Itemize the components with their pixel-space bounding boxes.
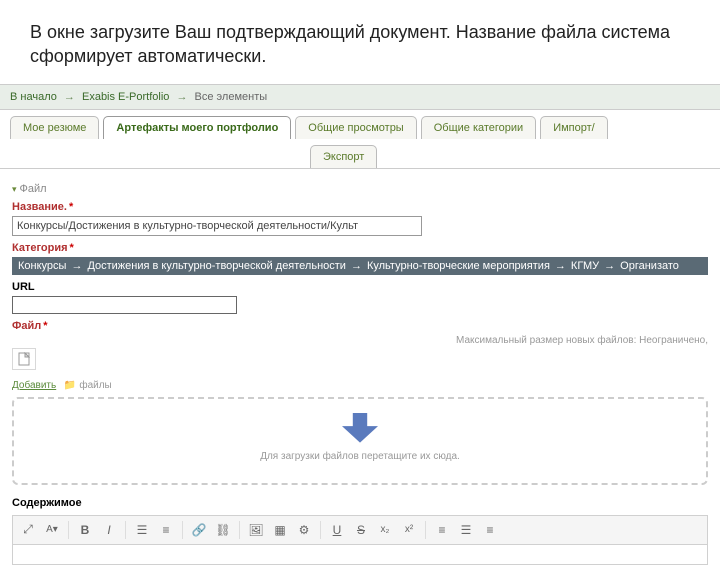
rte-image-icon[interactable]: 🖼 — [245, 519, 267, 541]
file-add-button[interactable] — [12, 348, 36, 370]
rte-strike-icon[interactable]: S — [350, 519, 372, 541]
rte-sub-icon[interactable]: x₂ — [374, 519, 396, 541]
rte-toolbar: ⤢ A▾ B I ☰ ≡ 🔗 ⛓ 🖼 ▦ ⚙ U S x₂ x² ≡ ☰ ≡ — [12, 515, 708, 545]
url-input[interactable] — [12, 296, 237, 314]
rte-sep — [125, 521, 126, 539]
instruction-text: В окне загрузите Ваш подтверждающий доку… — [0, 0, 720, 84]
tab-shared-views[interactable]: Общие просмотры — [295, 116, 416, 139]
rte-format-icon[interactable]: A▾ — [41, 519, 63, 541]
category-path[interactable]: Конкурсы→Достижения в культурно-творческ… — [12, 257, 708, 275]
tab-resume[interactable]: Мое резюме — [10, 116, 99, 139]
files-label: файлы — [79, 380, 111, 391]
rte-sep — [182, 521, 183, 539]
folder-icon: 📁 — [64, 380, 76, 391]
breadcrumb: В начало → Exabis E-Portfolio → Все элем… — [0, 84, 720, 110]
breadcrumb-home[interactable]: В начало — [10, 91, 57, 103]
breadcrumb-sep: → — [64, 91, 75, 103]
dropzone-text: Для загрузки файлов перетащите их сюда. — [24, 451, 696, 462]
rte-sep — [68, 521, 69, 539]
rte-align-center-icon[interactable]: ☰ — [455, 519, 477, 541]
rte-italic-icon[interactable]: I — [98, 519, 120, 541]
file-size-hint: Максимальный размер новых файлов: Неогра… — [12, 335, 708, 346]
add-link[interactable]: Добавить — [12, 380, 56, 391]
rte-sep — [425, 521, 426, 539]
document-icon — [18, 352, 30, 366]
breadcrumb-sep: → — [176, 91, 187, 103]
label-category: Категория* — [12, 242, 708, 254]
breadcrumb-current: Все элементы — [195, 91, 268, 103]
rte-link-icon[interactable]: 🔗 — [188, 519, 210, 541]
label-url: URL — [12, 281, 708, 293]
tab-import[interactable]: Импорт/ — [540, 116, 608, 139]
download-arrow-icon — [342, 413, 378, 443]
rte-underline-icon[interactable]: U — [326, 519, 348, 541]
rte-editor[interactable] — [12, 545, 708, 565]
rte-ul-icon[interactable]: ☰ — [131, 519, 153, 541]
tab-artifacts[interactable]: Артефакты моего портфолио — [103, 116, 291, 139]
rte-sep — [320, 521, 321, 539]
rte-sup-icon[interactable]: x² — [398, 519, 420, 541]
breadcrumb-portfolio[interactable]: Exabis E-Portfolio — [82, 91, 169, 103]
tab-shared-categories[interactable]: Общие категории — [421, 116, 536, 139]
section-file[interactable]: Файл — [12, 183, 708, 195]
file-dropzone[interactable]: Для загрузки файлов перетащите их сюда. — [12, 397, 708, 485]
rte-align-right-icon[interactable]: ≡ — [479, 519, 501, 541]
form: Файл Название.* Категория* Конкурсы→Дост… — [0, 169, 720, 573]
app-frame: В начало → Exabis E-Portfolio → Все элем… — [0, 84, 720, 573]
rte-ol-icon[interactable]: ≡ — [155, 519, 177, 541]
rte-unlink-icon[interactable]: ⛓ — [212, 519, 234, 541]
label-content: Содержимое — [12, 497, 708, 509]
label-name: Название.* — [12, 201, 708, 213]
rte-media-icon[interactable]: ▦ — [269, 519, 291, 541]
name-input[interactable] — [12, 216, 422, 236]
tab-export[interactable]: Экспорт — [310, 145, 377, 168]
tabs-secondary: Экспорт — [0, 139, 720, 169]
rte-sep — [239, 521, 240, 539]
tabs-primary: Мое резюме Артефакты моего портфолио Общ… — [0, 110, 720, 140]
rte-expand-icon[interactable]: ⤢ — [17, 519, 39, 541]
rte-manage-icon[interactable]: ⚙ — [293, 519, 315, 541]
rte-align-left-icon[interactable]: ≡ — [431, 519, 453, 541]
rte-bold-icon[interactable]: B — [74, 519, 96, 541]
label-file: Файл* — [12, 320, 708, 332]
